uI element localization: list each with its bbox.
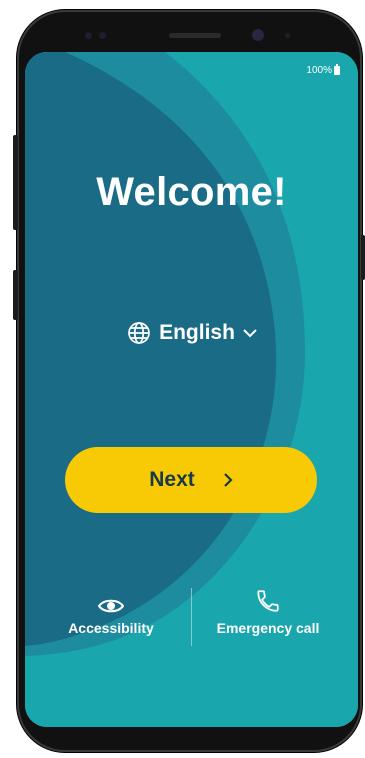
globe-icon xyxy=(128,322,150,344)
emergency-call-button[interactable]: Emergency call xyxy=(203,588,333,636)
earpiece-speaker xyxy=(169,33,221,38)
footer-divider xyxy=(191,588,192,646)
eye-icon xyxy=(98,599,124,613)
phone-icon xyxy=(257,590,279,612)
chevron-down-icon xyxy=(243,329,257,338)
language-selector[interactable]: English xyxy=(109,318,275,348)
language-label: English xyxy=(159,321,235,344)
power-button xyxy=(361,235,365,280)
sensor-dot xyxy=(285,33,290,38)
next-button-label: Next xyxy=(149,468,195,491)
sensor-dot xyxy=(85,32,92,39)
accessibility-label: Accessibility xyxy=(68,620,154,636)
emergency-call-label: Emergency call xyxy=(216,620,320,636)
bixby-button xyxy=(13,270,18,320)
volume-button xyxy=(13,135,18,230)
battery-percent: 100% xyxy=(306,65,332,76)
next-button[interactable]: Next xyxy=(65,447,317,513)
battery-full-icon xyxy=(334,64,340,75)
welcome-title: Welcome! xyxy=(96,170,287,214)
accessibility-button[interactable]: Accessibility xyxy=(55,588,167,636)
screen: 100% Welcome! English Next Accessibility xyxy=(25,52,358,727)
status-bar: 100% xyxy=(306,64,340,76)
sensor-dot xyxy=(99,32,106,39)
chevron-right-icon xyxy=(223,473,233,487)
front-camera xyxy=(252,29,264,41)
